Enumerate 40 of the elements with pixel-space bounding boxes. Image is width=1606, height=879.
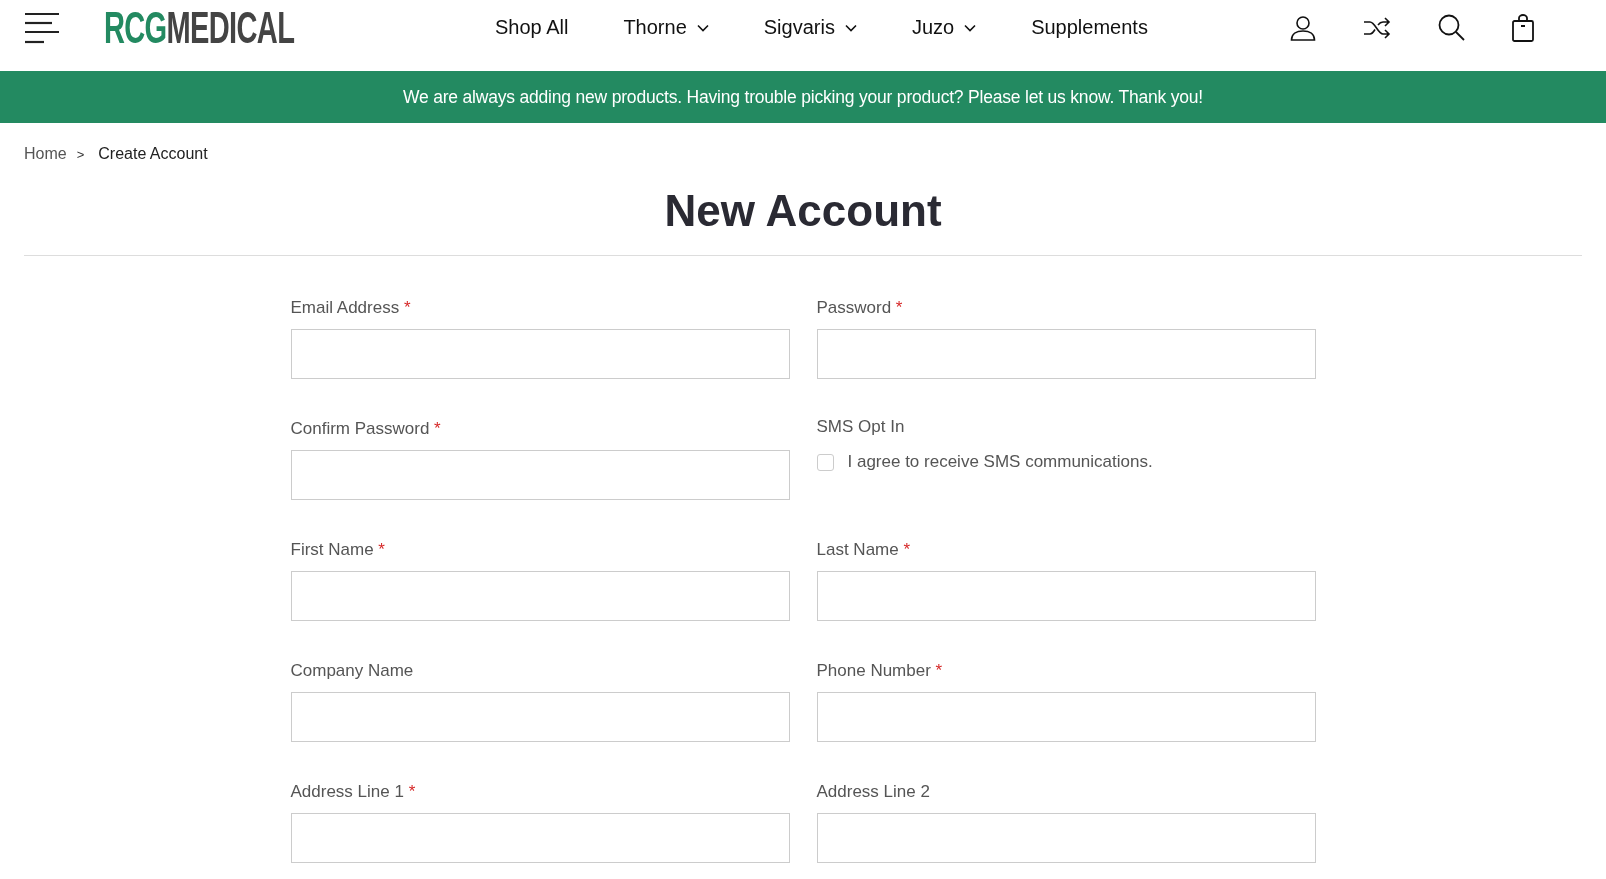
input-field[interactable] <box>290 450 790 500</box>
logo[interactable]: RCGMEDICAL <box>104 5 295 50</box>
input-field[interactable] <box>816 692 1316 742</box>
nav-link[interactable]: Shop All <box>495 16 569 39</box>
field-label: Address Line 2 <box>816 782 930 802</box>
announcement-banner: We are always adding new products. Having trouble picking your product? Please let us know. Thank you! <box>0 71 1606 123</box>
field-label: Confirm Password * <box>290 419 441 439</box>
input-field[interactable] <box>290 692 790 742</box>
field-label: Last Name * <box>816 540 911 560</box>
breadcrumb-current: Create Account <box>98 145 208 163</box>
page-title: New Account <box>663 185 943 237</box>
field-label: Phone Number * <box>816 661 943 681</box>
shopping-bag-icon[interactable] <box>1512 13 1534 42</box>
checkbox[interactable] <box>816 453 834 471</box>
menu-icon[interactable] <box>24 11 60 44</box>
input-field[interactable] <box>816 813 1316 863</box>
nav-link[interactable]: Thorne <box>623 16 709 39</box>
search-icon[interactable] <box>1438 14 1465 41</box>
field-label: Address Line 1 * <box>290 782 416 802</box>
shuffle-icon[interactable] <box>1363 15 1391 40</box>
field-label: Password * <box>816 298 903 318</box>
user-icon[interactable] <box>1290 14 1316 41</box>
input-field[interactable] <box>290 813 790 863</box>
nav-link[interactable]: Sigvaris <box>763 16 857 39</box>
nav-link[interactable]: Supplements <box>1031 16 1148 39</box>
nav-link[interactable]: Juzo <box>911 16 977 39</box>
chevron-down-icon <box>964 23 977 32</box>
input-field[interactable] <box>816 571 1316 621</box>
field-label: SMS Opt In <box>816 417 905 437</box>
input-field[interactable] <box>290 571 790 621</box>
input-field[interactable] <box>290 329 790 379</box>
checkbox-label: I agree to receive SMS communications. <box>847 452 1153 472</box>
field-label: First Name * <box>290 540 385 560</box>
breadcrumb-separator: > <box>76 146 85 162</box>
input-field[interactable] <box>816 329 1316 379</box>
chevron-down-icon <box>696 23 709 32</box>
breadcrumb-link[interactable]: Home <box>24 145 67 163</box>
field-label: Company Name <box>290 661 414 681</box>
chevron-down-icon <box>844 23 857 32</box>
field-label: Email Address * <box>290 298 411 318</box>
